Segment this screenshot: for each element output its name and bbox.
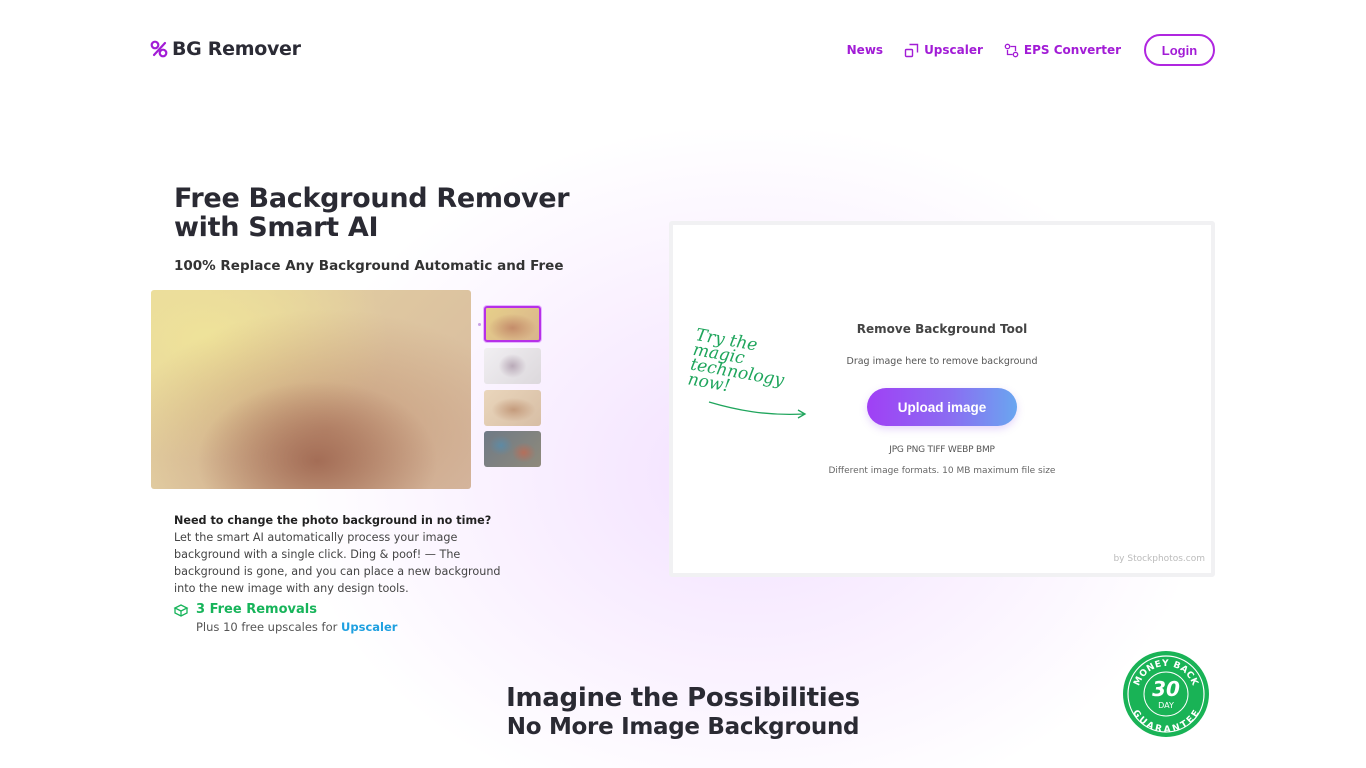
badge-unit: DAY	[1158, 701, 1174, 710]
logo[interactable]: BG Remover	[150, 38, 301, 60]
logo-icon	[150, 40, 168, 58]
free-removals: 3 Free Removals	[173, 602, 317, 617]
sample-thumbnail-1[interactable]	[484, 306, 541, 342]
hero-title-line2: with Smart AI	[174, 212, 379, 243]
free-upscales-note: Plus 10 free upscales for Upscaler	[196, 620, 397, 634]
section-heading-line1: Imagine the Possibilities	[506, 683, 860, 713]
main-nav: News Upscaler EPS Converter Login	[847, 34, 1215, 66]
login-button[interactable]: Login	[1144, 34, 1215, 66]
tool-title: Remove Background Tool	[856, 322, 1028, 336]
description-rest: Let the smart AI automatically process y…	[174, 531, 501, 595]
nav-news-label: News	[846, 43, 884, 57]
sample-thumbnail-2[interactable]	[484, 348, 541, 384]
upscaler-link[interactable]: Upscaler	[341, 620, 397, 634]
thumbnail-indicator	[478, 323, 481, 326]
upload-image-button[interactable]: Upload image	[867, 388, 1017, 426]
nav-news-link[interactable]: News	[847, 43, 883, 57]
section-heading-line2: No More Image Background	[506, 714, 860, 740]
hero-description: Need to change the photo background in n…	[174, 512, 504, 597]
hero-title-line1: Free Background Remover	[174, 183, 570, 214]
free-removals-label: 3 Free Removals	[196, 602, 317, 617]
eps-converter-icon	[1004, 43, 1019, 57]
nav-upscaler-link[interactable]: Upscaler	[904, 43, 983, 58]
description-bold: Need to change the photo background in n…	[174, 514, 492, 527]
nav-upscaler-label: Upscaler	[924, 43, 983, 57]
nav-eps-converter-link[interactable]: EPS Converter	[1004, 43, 1121, 58]
sample-thumbnail-4[interactable]	[484, 431, 541, 467]
preview-image	[151, 290, 471, 489]
arrow-right-icon	[708, 401, 807, 419]
hero-subtitle: 100% Replace Any Background Automatic an…	[174, 258, 564, 274]
money-back-guarantee-badge: MONEY BACK GUARANTEE 30 DAY	[1123, 651, 1209, 737]
sample-thumbnail-3[interactable]	[484, 390, 541, 426]
file-size-limit: Different image formats. 10 MB maximum f…	[828, 466, 1056, 476]
gift-box-icon	[173, 603, 189, 617]
logo-text: BG Remover	[172, 38, 301, 60]
hero-title: Free Background Remover with Smart AI	[174, 183, 570, 243]
upscaler-icon	[904, 43, 919, 57]
badge-number: 30	[1152, 677, 1180, 701]
nav-eps-converter-label: EPS Converter	[1023, 43, 1121, 57]
supported-formats: JPG PNG TIFF WEBP BMP	[889, 445, 995, 455]
image-credit: by Stockphotos.com	[1113, 554, 1205, 564]
free-upscales-text: Plus 10 free upscales for	[196, 620, 342, 634]
drag-hint: Drag image here to remove background	[846, 356, 1038, 367]
